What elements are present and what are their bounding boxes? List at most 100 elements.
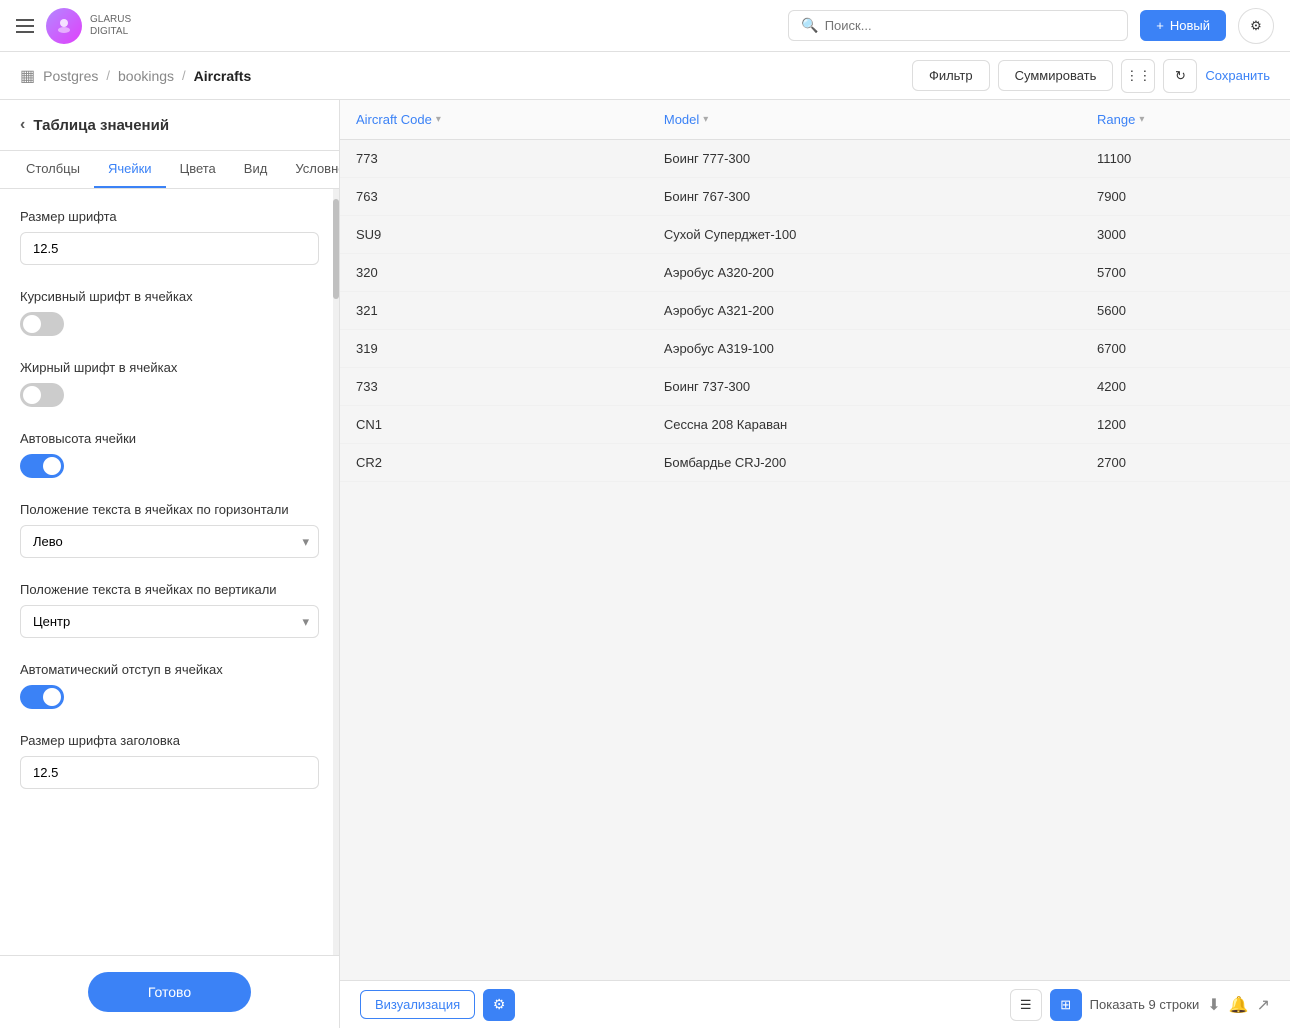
auto-indent-toggle[interactable] [20, 685, 64, 709]
font-size-label: Размер шрифта [20, 209, 319, 224]
header-font-size-input[interactable] [20, 756, 319, 789]
tab-cells[interactable]: Ячейки [94, 151, 166, 188]
sidebar-tabs: Столбцы Ячейки Цвета Вид Условное формат… [0, 151, 339, 189]
settings-button[interactable]: ⚙ [1238, 8, 1274, 44]
breadcrumb-bookings[interactable]: bookings [118, 68, 174, 84]
table-row: 773Боинг 777-30011100 [340, 140, 1290, 178]
columns-icon-button[interactable]: ⋮⋮ [1121, 59, 1155, 93]
h-align-group: Положение текста в ячейках по горизонтал… [20, 502, 319, 558]
model-filter-icon[interactable]: ▾ [703, 114, 708, 125]
tab-conditional[interactable]: Условное форматиров... [281, 151, 339, 188]
auto-indent-toggle-wrap [20, 685, 319, 709]
grid-icon: ⊞ [1060, 997, 1071, 1013]
filter-button[interactable]: Фильтр [912, 60, 990, 91]
tab-colors[interactable]: Цвета [166, 151, 230, 188]
breadcrumb-postgres[interactable]: Postgres [43, 68, 98, 84]
v-align-group: Положение текста в ячейках по вертикали … [20, 582, 319, 638]
cell-model: Сухой Суперджет-100 [648, 216, 1081, 254]
cell-aircraft_code: CR2 [340, 444, 648, 482]
auto-height-group: Автовысота ячейки [20, 431, 319, 478]
cell-model: Бомбардье CRJ-200 [648, 444, 1081, 482]
refresh-button[interactable]: ↻ [1163, 59, 1197, 93]
list-icon: ☰ [1020, 997, 1032, 1013]
summarize-button[interactable]: Суммировать [998, 60, 1114, 91]
cell-range: 1200 [1081, 406, 1290, 444]
viz-settings-button[interactable]: ⚙ [483, 989, 515, 1021]
cell-range: 7900 [1081, 178, 1290, 216]
save-button[interactable]: Сохранить [1205, 68, 1270, 83]
auto-height-toggle-wrap [20, 454, 319, 478]
table-row: 321Аэробус А321-2005600 [340, 292, 1290, 330]
cell-model: Аэробус А320-200 [648, 254, 1081, 292]
hamburger-menu[interactable] [16, 19, 34, 33]
grid-view-button[interactable]: ⊞ [1050, 989, 1082, 1021]
range-filter-icon[interactable]: ▾ [1139, 114, 1144, 125]
scrollbar-track[interactable] [333, 189, 339, 955]
col-header-aircraft-code: Aircraft Code ▾ [340, 100, 648, 140]
cell-aircraft_code: 319 [340, 330, 648, 368]
plus-icon: + [1156, 18, 1164, 33]
h-align-label: Положение текста в ячейках по горизонтал… [20, 502, 319, 517]
search-icon: 🔍 [801, 17, 818, 34]
table-row: SU9Сухой Суперджет-1003000 [340, 216, 1290, 254]
italic-group: Курсивный шрифт в ячейках [20, 289, 319, 336]
content-area: Aircraft Code ▾ Model ▾ [340, 100, 1290, 1028]
v-align-label: Положение текста в ячейках по вертикали [20, 582, 319, 597]
new-button[interactable]: + Новый [1140, 10, 1226, 41]
logo-area: GLARUS DIGITAL [46, 8, 131, 44]
auto-indent-group: Автоматический отступ в ячейках [20, 662, 319, 709]
bottom-bar: Визуализация ⚙ ☰ ⊞ Показать 9 строки ⬇ 🔔… [340, 980, 1290, 1028]
bold-toggle-wrap [20, 383, 319, 407]
table-row: 733Боинг 737-3004200 [340, 368, 1290, 406]
visualization-button[interactable]: Визуализация [360, 990, 475, 1019]
bold-toggle[interactable] [20, 383, 64, 407]
search-input[interactable] [825, 18, 1116, 33]
auto-indent-label: Автоматический отступ в ячейках [20, 662, 319, 677]
done-button[interactable]: Готово [88, 972, 251, 1012]
table-row: 320Аэробус А320-2005700 [340, 254, 1290, 292]
bottom-right: ☰ ⊞ Показать 9 строки ⬇ 🔔 ↗ [1010, 989, 1270, 1021]
sidebar-footer: Готово [0, 955, 339, 1028]
col-header-range: Range ▾ [1081, 100, 1290, 140]
font-size-input[interactable] [20, 232, 319, 265]
cell-range: 11100 [1081, 140, 1290, 178]
auto-height-toggle[interactable] [20, 454, 64, 478]
table-row: CN1Сессна 208 Караван1200 [340, 406, 1290, 444]
header-font-size-group: Размер шрифта заголовка [20, 733, 319, 789]
cell-aircraft_code: 773 [340, 140, 648, 178]
cell-aircraft_code: 321 [340, 292, 648, 330]
header-font-size-label: Размер шрифта заголовка [20, 733, 319, 748]
cell-aircraft_code: SU9 [340, 216, 648, 254]
italic-label: Курсивный шрифт в ячейках [20, 289, 319, 304]
list-view-button[interactable]: ☰ [1010, 989, 1042, 1021]
main-layout: ‹ Таблица значений Столбцы Ячейки Цвета … [0, 100, 1290, 1028]
table-row: 319Аэробус А319-1006700 [340, 330, 1290, 368]
sidebar-header: ‹ Таблица значений [0, 100, 339, 151]
tab-columns[interactable]: Столбцы [12, 151, 94, 188]
tab-view[interactable]: Вид [230, 151, 282, 188]
table-row: CR2Бомбардье CRJ-2002700 [340, 444, 1290, 482]
cell-aircraft_code: 320 [340, 254, 648, 292]
table-row: 763Боинг 767-3007900 [340, 178, 1290, 216]
search-bar[interactable]: 🔍 [788, 10, 1128, 41]
bell-icon[interactable]: 🔔 [1229, 995, 1249, 1015]
auto-height-label: Автовысота ячейки [20, 431, 319, 446]
share-icon[interactable]: ↗ [1257, 995, 1270, 1015]
h-align-select-wrap: Лево Центр Право ▾ [20, 525, 319, 558]
cell-aircraft_code: 733 [340, 368, 648, 406]
cell-model: Боинг 737-300 [648, 368, 1081, 406]
download-icon[interactable]: ⬇ [1207, 995, 1220, 1015]
viz-settings-icon: ⚙ [493, 996, 506, 1013]
columns-icon: ⋮⋮ [1125, 68, 1151, 84]
data-table: Aircraft Code ▾ Model ▾ [340, 100, 1290, 482]
cell-range: 5700 [1081, 254, 1290, 292]
cell-range: 2700 [1081, 444, 1290, 482]
v-align-select[interactable]: Верх Центр Низ [20, 605, 319, 638]
aircraft-code-filter-icon[interactable]: ▾ [436, 114, 441, 125]
h-align-select[interactable]: Лево Центр Право [20, 525, 319, 558]
cell-model: Сессна 208 Караван [648, 406, 1081, 444]
back-arrow-icon[interactable]: ‹ [20, 116, 25, 134]
table-body: 773Боинг 777-30011100763Боинг 767-300790… [340, 140, 1290, 482]
italic-toggle[interactable] [20, 312, 64, 336]
sidebar-title: Таблица значений [33, 117, 169, 134]
